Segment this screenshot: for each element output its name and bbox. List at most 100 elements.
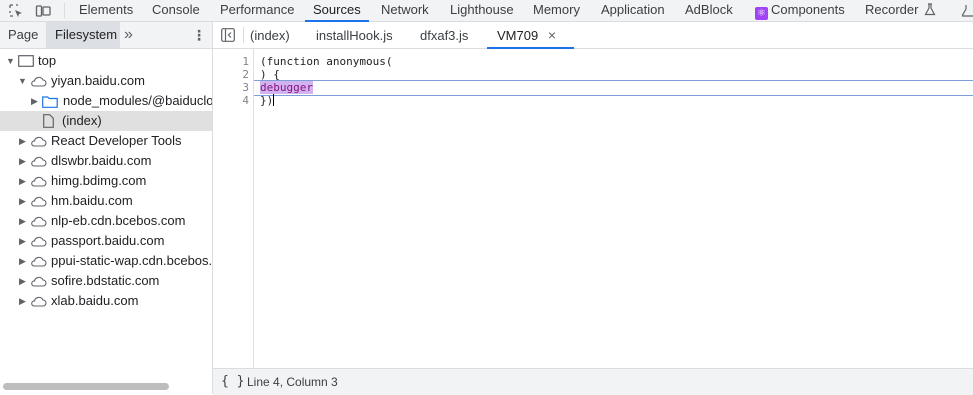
tree-item-domain[interactable]: ▶ passport.baidu.com <box>0 231 212 251</box>
editor-status-bar: { } Line 4, Column 3 <box>213 368 973 395</box>
code-line: }) <box>260 94 275 107</box>
tree-item-domain[interactable]: ▶ himg.bdimg.com <box>0 171 212 191</box>
frame-icon <box>18 55 34 67</box>
cloud-icon <box>31 156 47 167</box>
editor-tab-label: VM709 <box>497 28 539 43</box>
tree-item-label: node_modules/@baiducloud <box>63 93 212 108</box>
line-number[interactable]: 4 <box>242 94 249 107</box>
text-cursor <box>273 94 275 106</box>
pretty-print-icon[interactable]: { } <box>221 369 244 395</box>
tab-recorder[interactable]: Recorder <box>865 0 936 21</box>
file-icon <box>43 114 54 128</box>
tree-item-label: dlswbr.baidu.com <box>51 153 152 168</box>
code-line: ) { <box>260 68 280 81</box>
tab-memory[interactable]: Memory <box>533 0 580 21</box>
expanded-arrow-icon[interactable]: ▼ <box>6 51 15 71</box>
tree-item-top[interactable]: ▼ top <box>0 51 212 71</box>
tree-item-label: ppui-static-wap.cdn.bcebos.com <box>51 253 212 268</box>
collapsed-arrow-icon[interactable]: ▶ <box>19 251 26 271</box>
tab-sources[interactable]: Sources <box>305 0 369 22</box>
tab-console[interactable]: Console <box>152 0 200 21</box>
tree-item-file[interactable]: (index) <box>0 111 212 131</box>
horizontal-scrollbar[interactable] <box>3 383 169 390</box>
tab-lighthouse[interactable]: Lighthouse <box>450 0 514 21</box>
tab-recorder-label: Recorder <box>865 2 919 17</box>
cursor-position: Line 4, Column 3 <box>247 375 338 389</box>
navigator-tabs: Page Filesystem » ⋮ <box>0 22 212 49</box>
expanded-arrow-icon[interactable]: ▼ <box>18 71 27 91</box>
tab-elements[interactable]: Elements <box>79 0 133 21</box>
tree-item-domain[interactable]: ▶ dlswbr.baidu.com <box>0 151 212 171</box>
editor-tab-index[interactable]: (index) <box>250 22 290 48</box>
navigator-menu-icon[interactable]: ⋮ <box>192 22 206 48</box>
cloud-icon <box>31 236 47 247</box>
more-nav-tabs-button[interactable]: » <box>124 22 133 48</box>
cloud-icon <box>31 296 47 307</box>
toggle-navigator-icon[interactable] <box>221 28 235 42</box>
cloud-icon <box>31 276 47 287</box>
tab-application[interactable]: Application <box>601 0 665 21</box>
editor-tab-strip: (index) installHook.js dfxaf3.js VM709 × <box>213 22 973 49</box>
tree-item-domain[interactable]: ▼ yiyan.baidu.com <box>0 71 212 91</box>
flask-icon <box>924 3 936 16</box>
tree-item-label: hm.baidu.com <box>51 193 133 208</box>
tree-item-domain[interactable]: ▶ React Developer Tools <box>0 131 212 151</box>
collapsed-arrow-icon[interactable]: ▶ <box>19 231 26 251</box>
tree-item-label: yiyan.baidu.com <box>51 73 145 88</box>
code-line: (function anonymous( <box>260 55 393 68</box>
nav-tab-page[interactable]: Page <box>0 22 43 48</box>
tab-network[interactable]: Network <box>381 0 429 21</box>
collapsed-arrow-icon[interactable]: ▶ <box>31 91 38 111</box>
cloud-icon <box>31 136 47 147</box>
code-line: debugger <box>260 81 313 94</box>
tab-components[interactable]: ⚛ Components <box>755 0 845 21</box>
more-tabs-icon[interactable] <box>962 3 973 18</box>
tab-adblock[interactable]: AdBlock <box>685 0 733 21</box>
file-tree: ▼ top ▼ yiyan.baidu.com ▶ node_modules/@… <box>0 51 212 311</box>
tree-item-label: (index) <box>62 113 102 128</box>
react-icon: ⚛ <box>755 7 768 20</box>
tab-separator <box>243 27 244 43</box>
debugger-statement: debugger <box>260 81 313 94</box>
tree-item-domain[interactable]: ▶ ppui-static-wap.cdn.bcebos.com <box>0 251 212 271</box>
tab-performance[interactable]: Performance <box>220 0 294 21</box>
nav-tab-filesystem[interactable]: Filesystem <box>46 22 120 48</box>
tab-components-label: Components <box>771 2 845 17</box>
device-toolbar-icon[interactable] <box>35 3 51 19</box>
cloud-icon <box>31 76 47 87</box>
cloud-icon <box>31 196 47 207</box>
code-editor[interactable]: (function anonymous( ) { debugger }) <box>254 49 973 368</box>
tree-item-domain[interactable]: ▶ sofire.bdstatic.com <box>0 271 212 291</box>
collapsed-arrow-icon[interactable]: ▶ <box>19 291 26 311</box>
collapsed-arrow-icon[interactable]: ▶ <box>19 151 26 171</box>
collapsed-arrow-icon[interactable]: ▶ <box>19 171 26 191</box>
line-number[interactable]: 3 <box>242 81 249 94</box>
line-number[interactable]: 1 <box>242 55 249 68</box>
cloud-icon <box>31 256 47 267</box>
line-number-gutter: 1 2 3 4 <box>213 49 254 368</box>
cloud-icon <box>31 216 47 227</box>
collapsed-arrow-icon[interactable]: ▶ <box>19 131 26 151</box>
line-number[interactable]: 2 <box>242 68 249 81</box>
tree-item-domain[interactable]: ▶ xlab.baidu.com <box>0 291 212 311</box>
collapsed-arrow-icon[interactable]: ▶ <box>19 271 26 291</box>
editor-tab-dfxaf3[interactable]: dfxaf3.js <box>420 22 468 48</box>
tree-item-domain[interactable]: ▶ hm.baidu.com <box>0 191 212 211</box>
tree-item-domain[interactable]: ▶ nlp-eb.cdn.bcebos.com <box>0 211 212 231</box>
cloud-icon <box>31 176 47 187</box>
toolbar-separator <box>64 3 65 18</box>
tree-item-label: nlp-eb.cdn.bcebos.com <box>51 213 186 228</box>
sources-navigator: Page Filesystem » ⋮ ▼ top ▼ yiyan.baidu.… <box>0 22 213 394</box>
editor-tab-vm709[interactable]: VM709 × <box>486 22 575 49</box>
collapsed-arrow-icon[interactable]: ▶ <box>19 211 26 231</box>
tree-item-label: passport.baidu.com <box>51 233 165 248</box>
tree-item-label: top <box>38 53 57 68</box>
devtools-toolbar: Elements Console Performance Sources Net… <box>0 0 973 22</box>
editor-tab-installhook[interactable]: installHook.js <box>316 22 393 48</box>
tree-item-folder[interactable]: ▶ node_modules/@baiducloud <box>0 91 212 111</box>
inspect-element-icon[interactable] <box>8 3 24 19</box>
tree-item-label: xlab.baidu.com <box>51 293 139 308</box>
collapsed-arrow-icon[interactable]: ▶ <box>19 191 26 211</box>
paused-line-highlight <box>254 80 973 96</box>
close-tab-icon[interactable]: × <box>548 27 556 43</box>
